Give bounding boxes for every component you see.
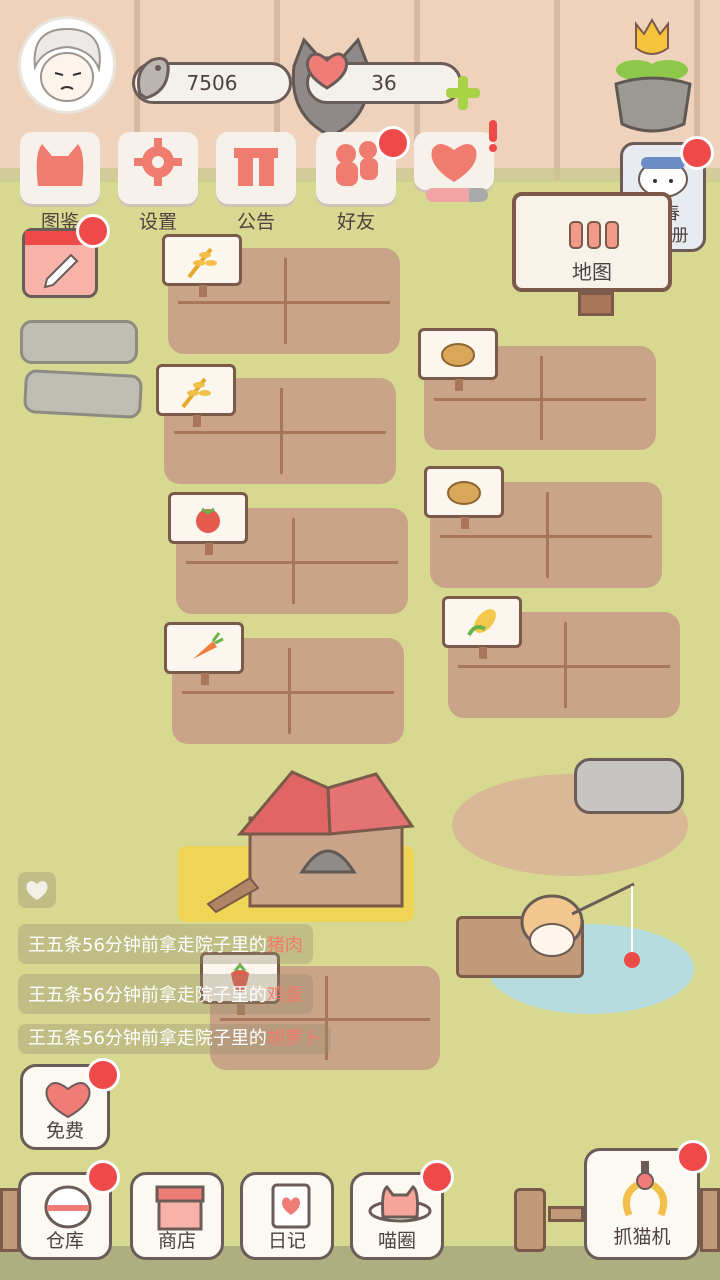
fish-count: 7506 xyxy=(186,71,238,95)
fence-log xyxy=(700,1188,720,1252)
crop-sign-carrot xyxy=(164,622,244,685)
fence-icon xyxy=(569,221,619,249)
fence-log xyxy=(514,1188,546,1252)
calendar-notification-badge xyxy=(76,214,110,248)
broken-heart-icon xyxy=(431,144,477,182)
crop-sign-tomato xyxy=(168,492,248,555)
claw-icon xyxy=(622,1161,668,1217)
heart-outline-icon xyxy=(26,881,48,900)
activity-item: 胡萝卜 xyxy=(266,1028,321,1049)
announcement-button[interactable]: 公告 xyxy=(216,132,296,233)
fish-icon xyxy=(137,57,170,100)
favorites-progress-bar xyxy=(426,188,488,202)
crop-sign-wheat xyxy=(156,364,236,427)
crop-sign-potato xyxy=(424,466,504,529)
avatar-face-icon xyxy=(33,27,101,102)
free-label: 免费 xyxy=(45,1120,84,1142)
chicken-coop[interactable] xyxy=(206,768,416,914)
potato-icon xyxy=(441,343,475,367)
heart-icon xyxy=(305,52,349,90)
tomato-icon xyxy=(196,507,220,533)
favorites-button[interactable] xyxy=(414,132,494,190)
add-hearts-button[interactable] xyxy=(444,74,482,112)
nav-shop[interactable]: 商店 xyxy=(130,1172,224,1260)
crop-sign-potato xyxy=(418,328,498,391)
warehouse-icon xyxy=(44,1185,92,1229)
activity-item: 猪肉 xyxy=(266,935,303,956)
stepping-stone xyxy=(22,368,144,420)
free-notification-badge xyxy=(86,1058,120,1092)
cat-head-icon xyxy=(36,144,84,186)
friends-label: 好友 xyxy=(336,211,375,233)
activity-text: 王五条56分钟前拿走院子里的 xyxy=(28,1028,267,1049)
activity-message: 王五条56分钟前拿走院子里的 胡萝卜 xyxy=(18,1024,331,1054)
diary-icon xyxy=(271,1183,311,1229)
heart-face-icon xyxy=(45,1082,91,1119)
stepping-stone xyxy=(20,320,138,364)
wheat-icon xyxy=(187,247,217,279)
album-notification-badge xyxy=(680,136,714,170)
potato-icon xyxy=(447,481,481,505)
cat-circle-notification-badge xyxy=(420,1160,454,1194)
activity-text: 王五条56分钟前拿走院子里的 xyxy=(28,935,267,956)
activity-item: 鸡蛋 xyxy=(266,985,303,1006)
tulip-pot-decoration xyxy=(614,17,692,133)
gift-icon xyxy=(234,148,278,186)
wheat-icon xyxy=(181,377,211,409)
claw-machine-label: 抓猫机 xyxy=(613,1226,671,1248)
fishing-cat-icon[interactable] xyxy=(512,878,652,978)
player-avatar[interactable] xyxy=(18,16,116,114)
friends-notification-badge xyxy=(376,126,410,160)
collapse-log-button[interactable] xyxy=(18,872,56,908)
crop-sign-corn xyxy=(442,596,522,659)
carrot-icon xyxy=(193,632,224,659)
nav-shop-label: 商店 xyxy=(157,1230,196,1252)
nav-diary-label: 日记 xyxy=(267,1230,306,1252)
map-sign-post xyxy=(578,292,614,316)
shop-icon xyxy=(155,1185,205,1231)
map-label: 地图 xyxy=(572,260,612,284)
collection-button[interactable]: 图鉴 xyxy=(20,132,100,233)
map-button[interactable]: 地图 xyxy=(512,192,672,292)
fence-rail xyxy=(548,1206,584,1222)
exclamation-icon xyxy=(489,120,497,152)
claw-notification-badge xyxy=(676,1140,710,1174)
settings-label: 设置 xyxy=(138,211,177,233)
activity-text: 王五条56分钟前拿走院子里的 xyxy=(28,985,267,1006)
corn-icon xyxy=(467,609,496,636)
warehouse-notification-badge xyxy=(86,1160,120,1194)
gear-icon xyxy=(134,138,182,186)
settings-button[interactable]: 设置 xyxy=(118,132,198,233)
nav-diary[interactable]: 日记 xyxy=(240,1172,334,1260)
activity-message: 王五条56分钟前拿走院子里的 鸡蛋 xyxy=(18,974,313,1014)
announcement-label: 公告 xyxy=(236,211,275,233)
nav-cat-circle-label: 喵圈 xyxy=(377,1230,416,1252)
heart-count: 36 xyxy=(371,71,397,95)
favorites-progress-fill xyxy=(426,188,470,202)
fence-log xyxy=(0,1188,20,1252)
nav-warehouse-label: 仓库 xyxy=(45,1230,84,1252)
activity-message: 王五条56分钟前拿走院子里的 猪肉 xyxy=(18,924,313,964)
crop-sign-wheat xyxy=(162,234,242,297)
stone-bench xyxy=(574,758,684,814)
